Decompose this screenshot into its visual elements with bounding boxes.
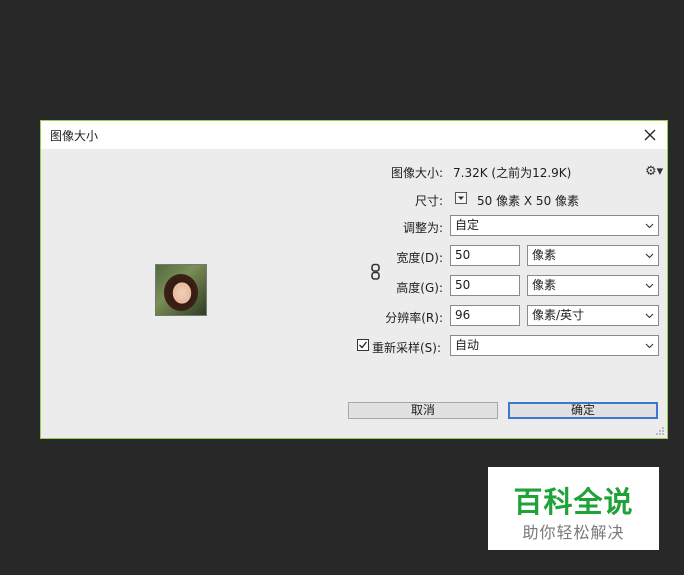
- checkmark-icon: [359, 341, 368, 349]
- resize-grip-icon[interactable]: [655, 426, 665, 436]
- resample-value: 自动: [455, 338, 480, 352]
- triangle-down-icon: [458, 196, 464, 200]
- watermark-logo: 百科全说 助你轻松解决: [488, 467, 659, 550]
- chevron-down-icon: [645, 283, 654, 289]
- chevron-down-icon: [645, 343, 654, 349]
- dialog-title: 图像大小: [50, 129, 99, 143]
- width-input[interactable]: 50: [450, 245, 520, 266]
- chevron-down-icon: [645, 253, 654, 259]
- resample-checkbox[interactable]: [357, 339, 369, 351]
- close-icon[interactable]: [639, 124, 661, 146]
- dimensions-label: 尺寸:: [414, 194, 443, 208]
- watermark-main-text: 百科全说: [513, 485, 634, 519]
- height-input[interactable]: 50: [450, 275, 520, 296]
- chevron-down-icon: [645, 223, 654, 229]
- height-unit-select[interactable]: 像素: [527, 275, 659, 296]
- height-unit-value: 像素: [532, 278, 557, 292]
- chevron-down-icon: [645, 313, 654, 319]
- gear-icon[interactable]: ⚙▾: [645, 164, 663, 179]
- resolution-unit-select[interactable]: 像素/英寸: [527, 305, 659, 326]
- resolution-label: 分辨率(R):: [385, 311, 443, 325]
- fit-to-select[interactable]: 自定: [450, 215, 659, 236]
- link-icon[interactable]: [370, 263, 382, 281]
- dialog-titlebar: 图像大小: [41, 121, 667, 149]
- resample-select[interactable]: 自动: [450, 335, 659, 356]
- ok-button[interactable]: 确定: [508, 402, 658, 419]
- resample-label: 重新采样(S):: [372, 341, 442, 355]
- cancel-button[interactable]: 取消: [348, 402, 498, 419]
- resolution-input[interactable]: 96: [450, 305, 520, 326]
- image-size-label: 图像大小:: [390, 166, 443, 180]
- height-label: 高度(G):: [396, 281, 443, 295]
- resolution-unit-value: 像素/英寸: [532, 308, 585, 322]
- image-size-value: 7.32K (之前为12.9K): [453, 166, 572, 180]
- width-unit-select[interactable]: 像素: [527, 245, 659, 266]
- fit-to-label: 调整为:: [402, 221, 443, 235]
- width-label: 宽度(D):: [396, 251, 443, 265]
- watermark-sub-text: 助你轻松解决: [522, 523, 625, 542]
- width-unit-value: 像素: [532, 248, 557, 262]
- dimensions-dropdown-button[interactable]: [455, 192, 467, 204]
- fit-to-value: 自定: [455, 218, 480, 232]
- image-preview: [155, 264, 207, 316]
- image-size-dialog: 图像大小 图像大小: 7.32K (之前为12.9K) ⚙▾ 尺寸: 50 像素…: [40, 120, 668, 439]
- dimensions-value: 50 像素 X 50 像素: [477, 194, 580, 208]
